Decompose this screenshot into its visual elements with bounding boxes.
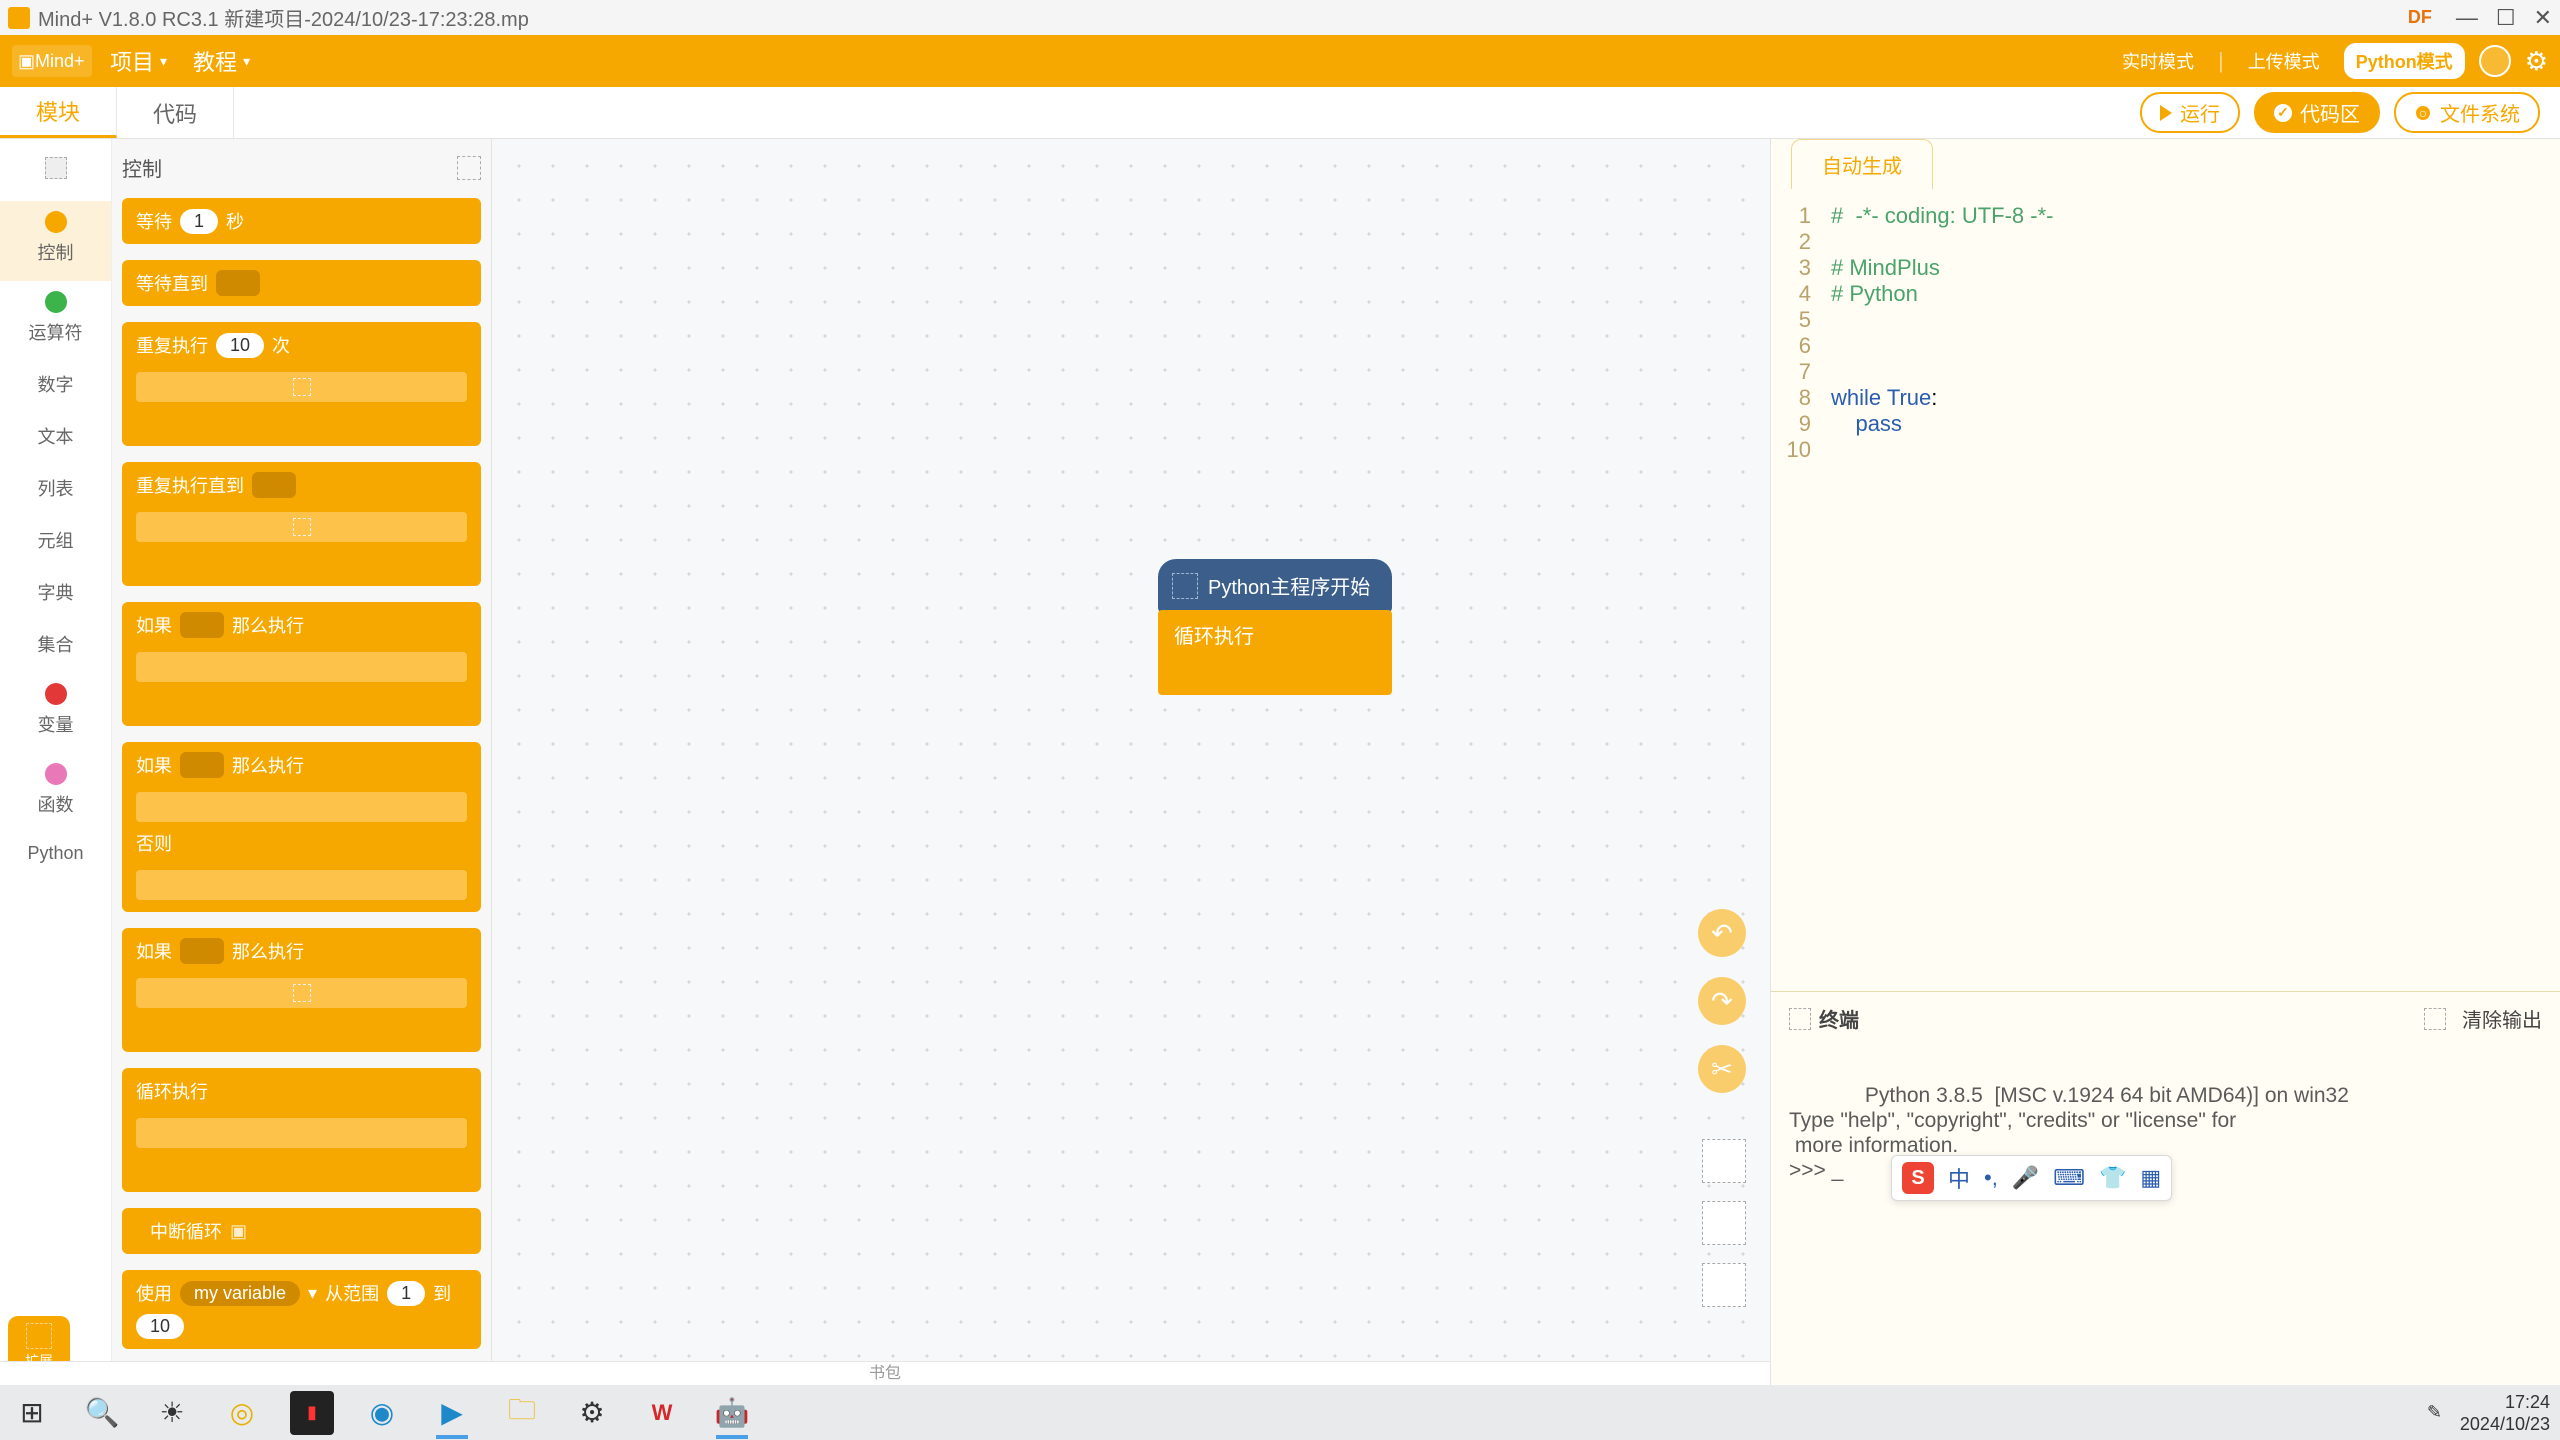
palette-title: 控制: [122, 153, 162, 182]
block-if-else[interactable]: 如果那么执行 否则: [122, 742, 481, 912]
cat-text[interactable]: 文本: [0, 413, 111, 465]
cat-variable[interactable]: 变量: [0, 673, 111, 753]
app-icon: [8, 7, 30, 29]
ime-lang[interactable]: 中: [1948, 1162, 1970, 1194]
block-categories: 控制 运算符 数字 文本 列表 元组 字典 集合 变量 函数 Python: [0, 139, 112, 1385]
start-button[interactable]: ⊞: [10, 1391, 54, 1435]
terminal-output[interactable]: Python 3.8.5 [MSC v.1924 64 bit AMD64)] …: [1771, 1045, 2560, 1385]
clear-icon: [2424, 1008, 2446, 1030]
play-icon: [2160, 105, 2172, 121]
mode-python[interactable]: Python模式: [2344, 43, 2465, 79]
block-for-range[interactable]: 使用 my variable▾ 从范围1 到10: [122, 1270, 481, 1349]
ime-tools-icon[interactable]: ▦: [2140, 1165, 2161, 1191]
chrome-icon[interactable]: ◎: [220, 1391, 264, 1435]
edge-icon[interactable]: ◉: [360, 1391, 404, 1435]
sprite-icon: [45, 157, 67, 179]
window-title: Mind+ V1.8.0 RC3.1 新建项目-2024/10/23-17:23…: [38, 3, 529, 32]
ime-toolbar[interactable]: S 中 •, 🎤 ⌨ 👕 ▦: [1891, 1155, 2172, 1201]
app-task-icon[interactable]: ▶: [430, 1391, 474, 1435]
cat-python[interactable]: Python: [0, 833, 111, 880]
cat-function[interactable]: 函数: [0, 753, 111, 833]
terminal-title: 终端: [1819, 1004, 1859, 1033]
zoom-out-icon[interactable]: [1702, 1201, 1746, 1245]
sogou-icon: S: [1902, 1162, 1934, 1194]
ime-keyboard-icon[interactable]: ⌨: [2053, 1165, 2085, 1191]
hat-python-main[interactable]: Python主程序开始: [1158, 559, 1392, 612]
tab-code[interactable]: 代码: [117, 87, 234, 138]
extension-icon: [26, 1323, 52, 1349]
zoom-in-icon[interactable]: [1702, 1139, 1746, 1183]
block-repeat-until[interactable]: 重复执行直到: [122, 462, 481, 586]
wps-icon[interactable]: W: [640, 1391, 684, 1435]
close-button[interactable]: ✕: [2534, 5, 2552, 31]
settings-icon[interactable]: ⚙: [570, 1391, 614, 1435]
code-panel: 自动生成 1# -*- coding: UTF-8 -*-23# MindPlu…: [1770, 139, 2560, 1385]
placeholder-icon: [293, 984, 311, 1002]
backpack-bar[interactable]: 书包: [0, 1361, 1770, 1385]
palette-expand-icon[interactable]: [457, 156, 481, 180]
cat-set[interactable]: 集合: [0, 621, 111, 673]
app-header: ▣ Mind+ 项目▾ 教程▾ 实时模式 | 上传模式 Python模式 ⚙: [0, 35, 2560, 87]
menu-project[interactable]: 项目▾: [110, 45, 167, 77]
block-if[interactable]: 如果那么执行: [122, 602, 481, 726]
minimize-button[interactable]: —: [2456, 5, 2478, 31]
block-if-else-if[interactable]: 如果那么执行: [122, 928, 481, 1052]
cat-number[interactable]: 数字: [0, 361, 111, 413]
cat-tuple[interactable]: 元组: [0, 517, 111, 569]
df-badge: DF: [2408, 7, 2432, 28]
canvas-grid: [492, 139, 1770, 1385]
canvas-forever-block[interactable]: 循环执行: [1158, 610, 1392, 695]
tab-bar: 模块 代码 运行 ✓代码区 ○文件系统: [0, 87, 2560, 139]
terminal-icon: [1789, 1008, 1811, 1030]
cat-list[interactable]: 列表: [0, 465, 111, 517]
block-palette[interactable]: 控制 等待1秒 等待直到 重复执行10次 重复执行直到 如果那么执行 如果那么执…: [112, 139, 492, 1385]
block-forever[interactable]: 循环执行: [122, 1068, 481, 1192]
script-canvas[interactable]: Python主程序开始 循环执行 ↶ ↷ ✂: [492, 139, 1770, 1385]
placeholder-icon: [293, 518, 311, 536]
ime-voice-icon[interactable]: 🎤: [2012, 1165, 2039, 1191]
block-repeat-n[interactable]: 重复执行10次: [122, 322, 481, 446]
code-view[interactable]: 1# -*- coding: UTF-8 -*-23# MindPlus4# P…: [1771, 189, 2560, 991]
terminal-app-icon[interactable]: ▮: [290, 1391, 334, 1435]
zoom-reset-icon[interactable]: [1702, 1263, 1746, 1307]
code-tab-auto[interactable]: 自动生成: [1791, 139, 1933, 189]
settings-gear-icon[interactable]: ⚙: [2525, 46, 2548, 77]
file-explorer-icon[interactable]: 🗀: [500, 1391, 544, 1435]
mindplus-task-icon[interactable]: 🤖: [710, 1391, 754, 1435]
block-break[interactable]: 中断循环 ▣: [122, 1208, 481, 1254]
ime-skin-icon[interactable]: 👕: [2099, 1165, 2126, 1191]
terminal-header: 终端 清除输出: [1771, 991, 2560, 1045]
windows-taskbar: ⊞ 🔍 ☀ ◎ ▮ ◉ ▶ 🗀 ⚙ W 🤖 ✎ 17:24 2024/10/23: [0, 1385, 2560, 1440]
avatar[interactable]: [2479, 45, 2511, 77]
logo[interactable]: ▣ Mind+: [12, 45, 92, 77]
undo-button[interactable]: ↶: [1698, 909, 1746, 957]
placeholder-icon: [293, 378, 311, 396]
mode-realtime[interactable]: 实时模式: [2112, 45, 2204, 77]
cat-sprite[interactable]: [0, 147, 111, 201]
window-titlebar: Mind+ V1.8.0 RC3.1 新建项目-2024/10/23-17:23…: [0, 0, 2560, 35]
run-button[interactable]: 运行: [2140, 92, 2240, 133]
tray-clock[interactable]: 17:24 2024/10/23: [2460, 1391, 2550, 1435]
menu-tutorial[interactable]: 教程▾: [193, 45, 250, 77]
cat-operators[interactable]: 运算符: [0, 281, 111, 361]
center-button[interactable]: ✂: [1698, 1045, 1746, 1093]
clear-output-button[interactable]: 清除输出: [2424, 1004, 2542, 1033]
cat-dict[interactable]: 字典: [0, 569, 111, 621]
block-wait[interactable]: 等待1秒: [122, 198, 481, 244]
codearea-button[interactable]: ✓代码区: [2254, 92, 2380, 133]
filesystem-button[interactable]: ○文件系统: [2394, 92, 2540, 133]
block-wait-until[interactable]: 等待直到: [122, 260, 481, 306]
tab-blocks[interactable]: 模块: [0, 87, 117, 138]
ime-punct-icon[interactable]: •,: [1984, 1165, 1998, 1191]
maximize-button[interactable]: ☐: [2496, 5, 2516, 31]
tray-pen-icon[interactable]: ✎: [2427, 1402, 2442, 1423]
search-button[interactable]: 🔍: [80, 1391, 124, 1435]
canvas-script[interactable]: Python主程序开始 循环执行: [1158, 559, 1392, 695]
redo-button[interactable]: ↷: [1698, 977, 1746, 1025]
task-view-icon[interactable]: ☀: [150, 1391, 194, 1435]
mode-upload[interactable]: 上传模式: [2238, 45, 2330, 77]
python-icon: [1172, 573, 1198, 599]
cat-control[interactable]: 控制: [0, 201, 111, 281]
main-area: 控制 运算符 数字 文本 列表 元组 字典 集合 变量 函数 Python 控制…: [0, 139, 2560, 1385]
